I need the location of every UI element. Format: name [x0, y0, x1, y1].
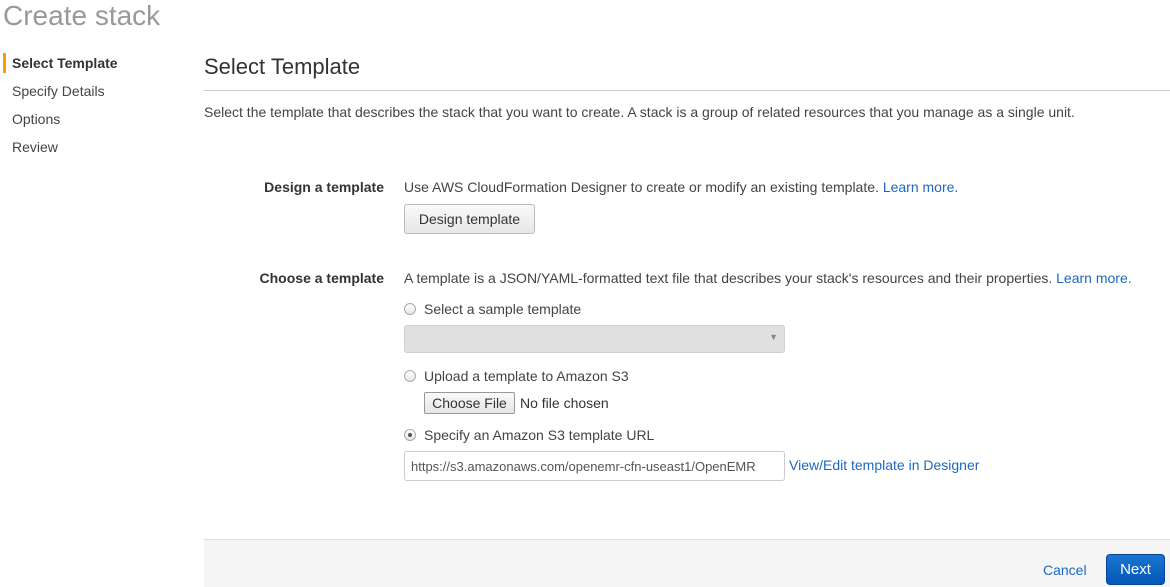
- sidebar-item-review[interactable]: Review: [12, 139, 58, 155]
- divider: [204, 90, 1170, 91]
- choose-description: A template is a JSON/YAML-formatted text…: [404, 270, 1053, 286]
- s3-url-input[interactable]: [404, 451, 785, 481]
- radio-s3-url[interactable]: [404, 429, 416, 441]
- section-heading: Select Template: [204, 54, 361, 79]
- page-title: Create stack: [3, 0, 161, 31]
- sidebar-item-specify-details[interactable]: Specify Details: [12, 83, 105, 99]
- learn-more-link[interactable]: Learn more.: [883, 179, 958, 195]
- chevron-down-icon: ▼: [769, 332, 778, 342]
- sample-template-select[interactable]: ▼: [404, 325, 785, 353]
- next-button[interactable]: Next: [1106, 554, 1165, 585]
- radio-label: Select a sample template: [424, 301, 582, 317]
- design-description: Use AWS CloudFormation Designer to creat…: [404, 179, 879, 195]
- footer-bar: [204, 539, 1170, 587]
- design-template-label: Design a template: [264, 179, 384, 195]
- choose-text: A template is a JSON/YAML-formatted text…: [404, 270, 1132, 286]
- design-template-button[interactable]: Design template: [404, 204, 535, 234]
- radio-label: Specify an Amazon S3 template URL: [424, 427, 655, 443]
- radio-upload-template[interactable]: [404, 370, 416, 382]
- choose-file-button[interactable]: Choose File: [424, 392, 515, 414]
- radio-label: Upload a template to Amazon S3: [424, 368, 629, 384]
- cancel-button[interactable]: Cancel: [1043, 562, 1087, 578]
- design-text: Use AWS CloudFormation Designer to creat…: [404, 179, 958, 195]
- learn-more-link[interactable]: Learn more.: [1056, 270, 1131, 286]
- sidebar-item-options[interactable]: Options: [12, 111, 60, 127]
- file-status: No file chosen: [520, 395, 609, 411]
- sidebar-item-select-template[interactable]: Select Template: [12, 55, 118, 71]
- choose-template-label: Choose a template: [259, 270, 384, 286]
- radio-sample-template[interactable]: [404, 303, 416, 315]
- active-step-indicator: [3, 53, 6, 73]
- description: Select the template that describes the s…: [204, 104, 1075, 120]
- view-edit-designer-link[interactable]: View/Edit template in Designer: [789, 457, 979, 473]
